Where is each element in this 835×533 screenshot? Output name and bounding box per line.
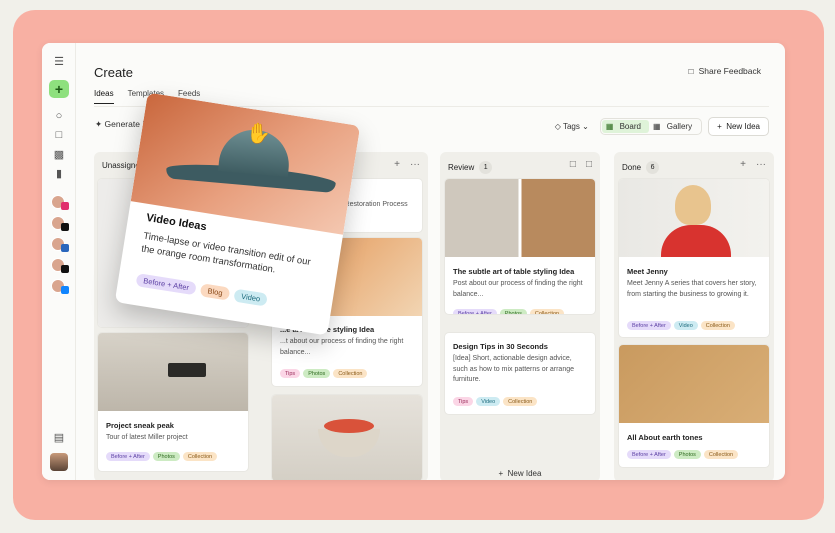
gallery-view-button[interactable]: ▦ Gallery (649, 120, 700, 133)
tag-chip: Photos (303, 369, 331, 378)
lightbulb-icon[interactable]: ○ (51, 108, 67, 124)
tag-chip: Collection (703, 450, 739, 459)
column-actions: □ □ (570, 159, 592, 170)
tag-chip: Tips (453, 397, 474, 406)
tag-icon: ◇ (554, 122, 561, 131)
board-view-button[interactable]: ▦ Board (601, 120, 649, 133)
tag-chip: Collection (529, 309, 565, 314)
card-tags: Tips Photos Collection (280, 369, 368, 378)
page-title: Create (94, 65, 134, 80)
idea-card-earth-tones[interactable]: All About earth tones Before + After Pho… (619, 345, 769, 467)
more-icon[interactable]: ··· (756, 159, 766, 170)
left-rail: ☰ + ○ □ ▩ ▮ ▤ (42, 43, 76, 480)
user-avatar[interactable] (50, 453, 68, 471)
card-tags: Before + After Photos Collection (627, 450, 739, 459)
view-toggle: ▦ Board ▦ Gallery (599, 118, 703, 135)
card-image (619, 345, 769, 423)
chat-icon[interactable]: ▩ (51, 146, 67, 162)
share-feedback-button[interactable]: □ Share Feedback (688, 66, 761, 76)
column-header: Review 1 (448, 161, 493, 174)
create-plus-icon[interactable]: + (49, 80, 69, 98)
idea-card-sneak-peak[interactable]: Project sneak peak Tour of latest Miller… (98, 333, 248, 471)
tag-chip: Before + After (453, 309, 497, 314)
tag-chip: Tips (280, 369, 301, 378)
tag-chip: Collection (333, 369, 368, 378)
magic-wand-icon: ✦ (95, 119, 103, 129)
column-header: Done 6 (622, 161, 660, 174)
account-linkedin-avatar[interactable] (51, 237, 69, 252)
tag-chip: Photos (499, 309, 527, 314)
account-threads-avatar[interactable] (51, 216, 69, 231)
idea-card-meet-jenny[interactable]: Meet Jenny Meet Jenny A series that cove… (619, 179, 769, 337)
card-tags: Before + After Photos Collection (106, 452, 218, 461)
card-tags: Before + After Video Collection (627, 321, 735, 330)
card-tags: Before + After Blog Video (135, 273, 269, 307)
analytics-icon[interactable]: ▮ (51, 165, 67, 181)
column-actions: + ··· (740, 159, 766, 170)
tag-chip: Collection (182, 452, 218, 461)
add-icon[interactable]: + (394, 159, 400, 170)
card-image (445, 179, 595, 257)
new-idea-button[interactable]: + New Idea (708, 117, 769, 136)
card-tags: Before + After Photos Collection (453, 309, 565, 314)
card-tags: Tips Video Collection (453, 397, 538, 406)
idea-card[interactable] (272, 395, 422, 480)
tag-chip: Video (476, 397, 501, 406)
column-actions: + ··· (394, 159, 420, 170)
idea-card-table-styling-review[interactable]: The subtle art of table styling Idea Pos… (445, 179, 595, 314)
idea-card-design-tips[interactable]: Design Tips in 30 Seconds [Idea] Short, … (445, 333, 595, 414)
chevron-down-icon: ⌄ (582, 122, 589, 131)
select-icon[interactable]: □ (570, 159, 576, 170)
calendar-icon[interactable]: □ (51, 127, 67, 143)
column-review: Review 1 □ □ The subtle art of table styli… (440, 152, 600, 480)
tag-chip: Before + After (135, 273, 197, 296)
tag-chip: Before + After (106, 452, 150, 461)
tag-chip: Before + After (627, 321, 671, 330)
feedback-icon: □ (688, 66, 694, 76)
tag-chip: Collection (503, 397, 538, 406)
layout-icon[interactable]: ▤ (51, 429, 67, 445)
account-x-avatar[interactable] (51, 258, 69, 273)
select-all-icon[interactable]: □ (586, 159, 592, 170)
tag-chip: Before + After (627, 450, 671, 459)
tag-chip: Blog (199, 283, 231, 301)
tab-ideas[interactable]: Ideas (94, 89, 114, 104)
add-icon[interactable]: + (740, 159, 746, 170)
tag-chip: Video (233, 288, 269, 307)
review-new-idea-button[interactable]: + New Idea (440, 469, 600, 478)
tag-chip: Video (673, 321, 698, 330)
tag-chip: Collection (700, 321, 735, 330)
more-icon[interactable]: ··· (410, 159, 420, 170)
card-image (619, 179, 769, 257)
tag-chip: Photos (673, 450, 701, 459)
tag-chip: Photos (152, 452, 180, 461)
logo-icon[interactable]: ☰ (51, 53, 67, 69)
account-instagram-avatar[interactable] (51, 195, 69, 210)
grab-cursor-icon: ✋ (246, 123, 271, 145)
toolbar: ◇ Tags ⌄ ▦ Board ▦ Gallery + New Idea (550, 117, 769, 136)
card-image (98, 333, 248, 411)
account-bluesky-avatar[interactable] (51, 279, 69, 294)
tags-filter[interactable]: ◇ Tags ⌄ (550, 119, 594, 134)
dragged-idea-card[interactable]: Video Ideas Time-lapse or video transiti… (114, 92, 361, 336)
card-image (272, 395, 422, 480)
column-done: Done 6 + ··· Meet Jenny Meet Jenny A serie… (614, 152, 774, 480)
